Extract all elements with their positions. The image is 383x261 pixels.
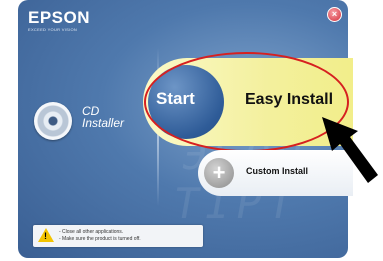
notice-text: - Close all other applications. - Make s… — [59, 229, 141, 243]
start-label: Start — [156, 89, 195, 108]
cd-installer-title-line2: Installer — [82, 116, 125, 130]
notice-line-1: - Close all other applications. — [59, 229, 124, 235]
cd-disc-icon — [34, 102, 72, 140]
warning-icon: ! — [38, 228, 54, 242]
notice-line-2: - Make sure the product is turned off. — [59, 236, 141, 242]
epson-logo: EPSON — [28, 8, 91, 27]
cd-installer-title: CD Installer — [82, 105, 124, 129]
close-icon[interactable]: × — [327, 7, 342, 22]
plus-icon: + — [204, 158, 234, 188]
easy-install-label: Easy Install — [245, 91, 334, 108]
custom-install-label: Custom Install — [246, 166, 309, 176]
epson-tagline: EXCEED YOUR VISION — [28, 27, 78, 32]
notice-box: ! - Close all other applications. - Make… — [33, 225, 203, 247]
arrow-pointer-icon — [322, 117, 378, 183]
